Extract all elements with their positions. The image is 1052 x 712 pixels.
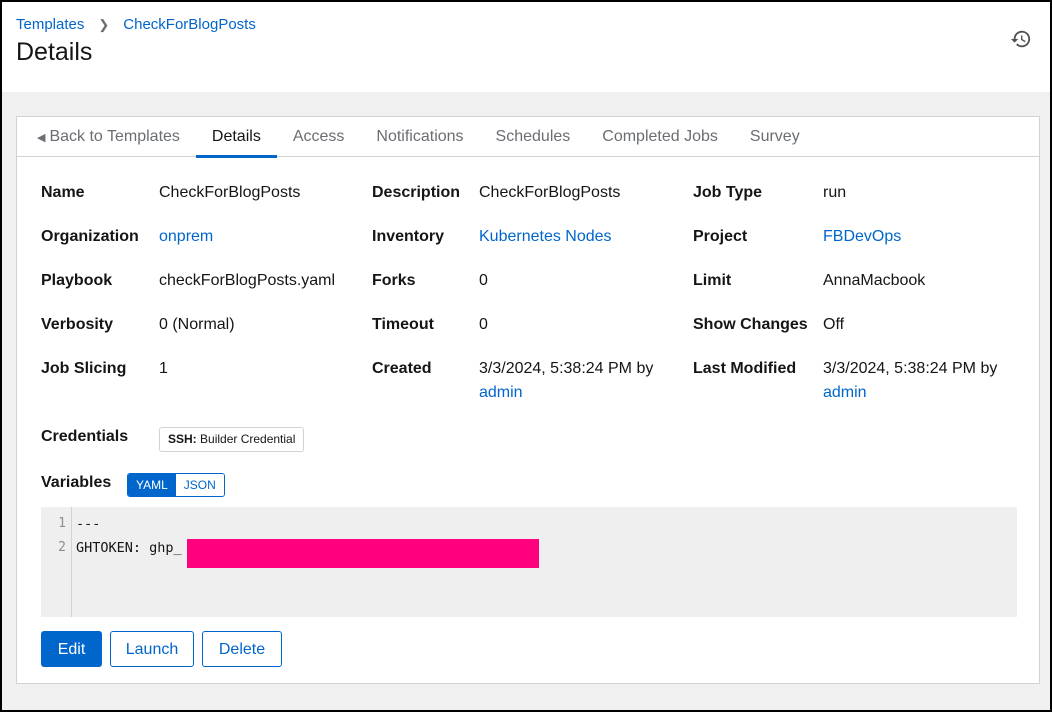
tab-completed-jobs[interactable]: Completed Jobs [586,117,734,157]
name-label: Name [41,184,85,201]
tab-schedules[interactable]: Schedules [480,117,587,157]
verbosity-value: 0 (Normal) [159,316,235,333]
page-header: Templates ❯ CheckForBlogPosts Details [2,2,1050,92]
limit-value: AnnaMacbook [823,272,926,289]
playbook-label: Playbook [41,272,113,289]
tab-label: Details [211,128,261,145]
created-label: Created [372,360,432,377]
credential-name: Builder Credential [200,432,296,446]
page-title: Details [16,38,93,66]
line-number: 2 [58,540,66,555]
playbook-value: checkForBlogPosts.yaml [159,272,336,289]
tab-label: Completed Jobs [602,128,718,145]
launch-button[interactable]: Launch [110,631,194,667]
last-modified-label: Last Modified [693,360,797,377]
credentials-label: Credentials [41,428,129,445]
tab-back-to-templates[interactable]: ◀ Back to Templates [17,117,196,157]
line-number: 1 [58,516,66,531]
credential-chip[interactable]: SSH: Builder Credential [159,427,305,452]
project-link[interactable]: FBDevOps [823,225,901,249]
tab-survey[interactable]: Survey [734,117,816,157]
tab-label: Notifications [376,128,464,145]
yaml-toggle-button[interactable]: YAML [128,474,176,496]
breadcrumb: Templates ❯ CheckForBlogPosts [16,16,256,33]
tab-access[interactable]: Access [277,117,361,157]
timeout-value: 0 [479,316,488,333]
description-label: Description [372,184,461,201]
code-line: --- [76,516,101,532]
verbosity-label: Verbosity [41,316,114,333]
tab-label: Survey [749,128,800,145]
created-value: 3/3/2024, 5:38:24 PM by [479,360,654,377]
description-value: CheckForBlogPosts [479,184,621,201]
caret-left-icon: ◀ [37,132,46,144]
app-frame: Templates ❯ CheckForBlogPosts Details ◀ B… [0,0,1052,712]
last-modified-value: 3/3/2024, 5:38:24 PM by [823,360,998,377]
tab-label: Back to Templates [49,128,180,145]
forks-value: 0 [479,272,488,289]
tab-details[interactable]: Details [195,117,277,158]
variables-format-toggle: YAML JSON [127,473,225,497]
inventory-label: Inventory [372,228,445,245]
tab-label: Access [292,128,345,145]
variables-code-editor[interactable]: 1 2 --- GHTOKEN: ghp_ [41,507,1017,617]
redaction-block [187,539,539,568]
delete-button[interactable]: Delete [202,631,282,667]
job-type-value: run [823,184,847,201]
variables-label: Variables [41,474,112,491]
modified-by-user-link[interactable]: admin [823,381,867,405]
limit-label: Limit [693,272,732,289]
credential-type: SSH: [168,432,197,446]
created-by-user-link[interactable]: admin [479,381,523,405]
breadcrumb-current-link[interactable]: CheckForBlogPosts [123,16,256,33]
chevron-right-icon: ❯ [98,16,110,32]
history-icon[interactable] [1010,28,1032,50]
line-number-gutter: 1 2 [41,507,72,617]
breadcrumb-templates-link[interactable]: Templates [16,16,84,33]
show-changes-value: Off [823,316,845,333]
job-type-label: Job Type [693,184,763,201]
code-line: GHTOKEN: ghp_ [76,540,182,556]
edit-button[interactable]: Edit [41,631,102,667]
name-value: CheckForBlogPosts [159,184,301,201]
tab-label: Schedules [495,128,571,145]
organization-link[interactable]: onprem [159,225,213,249]
job-slicing-value: 1 [159,360,168,377]
details-card: ◀ Back to Templates Details Access Notifi… [16,116,1040,684]
job-slicing-label: Job Slicing [41,360,127,377]
tab-notifications[interactable]: Notifications [360,117,479,157]
show-changes-label: Show Changes [693,316,808,333]
organization-label: Organization [41,228,139,245]
forks-label: Forks [372,272,416,289]
tab-bar: ◀ Back to Templates Details Access Notifi… [17,117,1039,158]
project-label: Project [693,228,748,245]
inventory-link[interactable]: Kubernetes Nodes [479,225,612,249]
json-toggle-button[interactable]: JSON [175,474,224,496]
timeout-label: Timeout [372,316,434,333]
